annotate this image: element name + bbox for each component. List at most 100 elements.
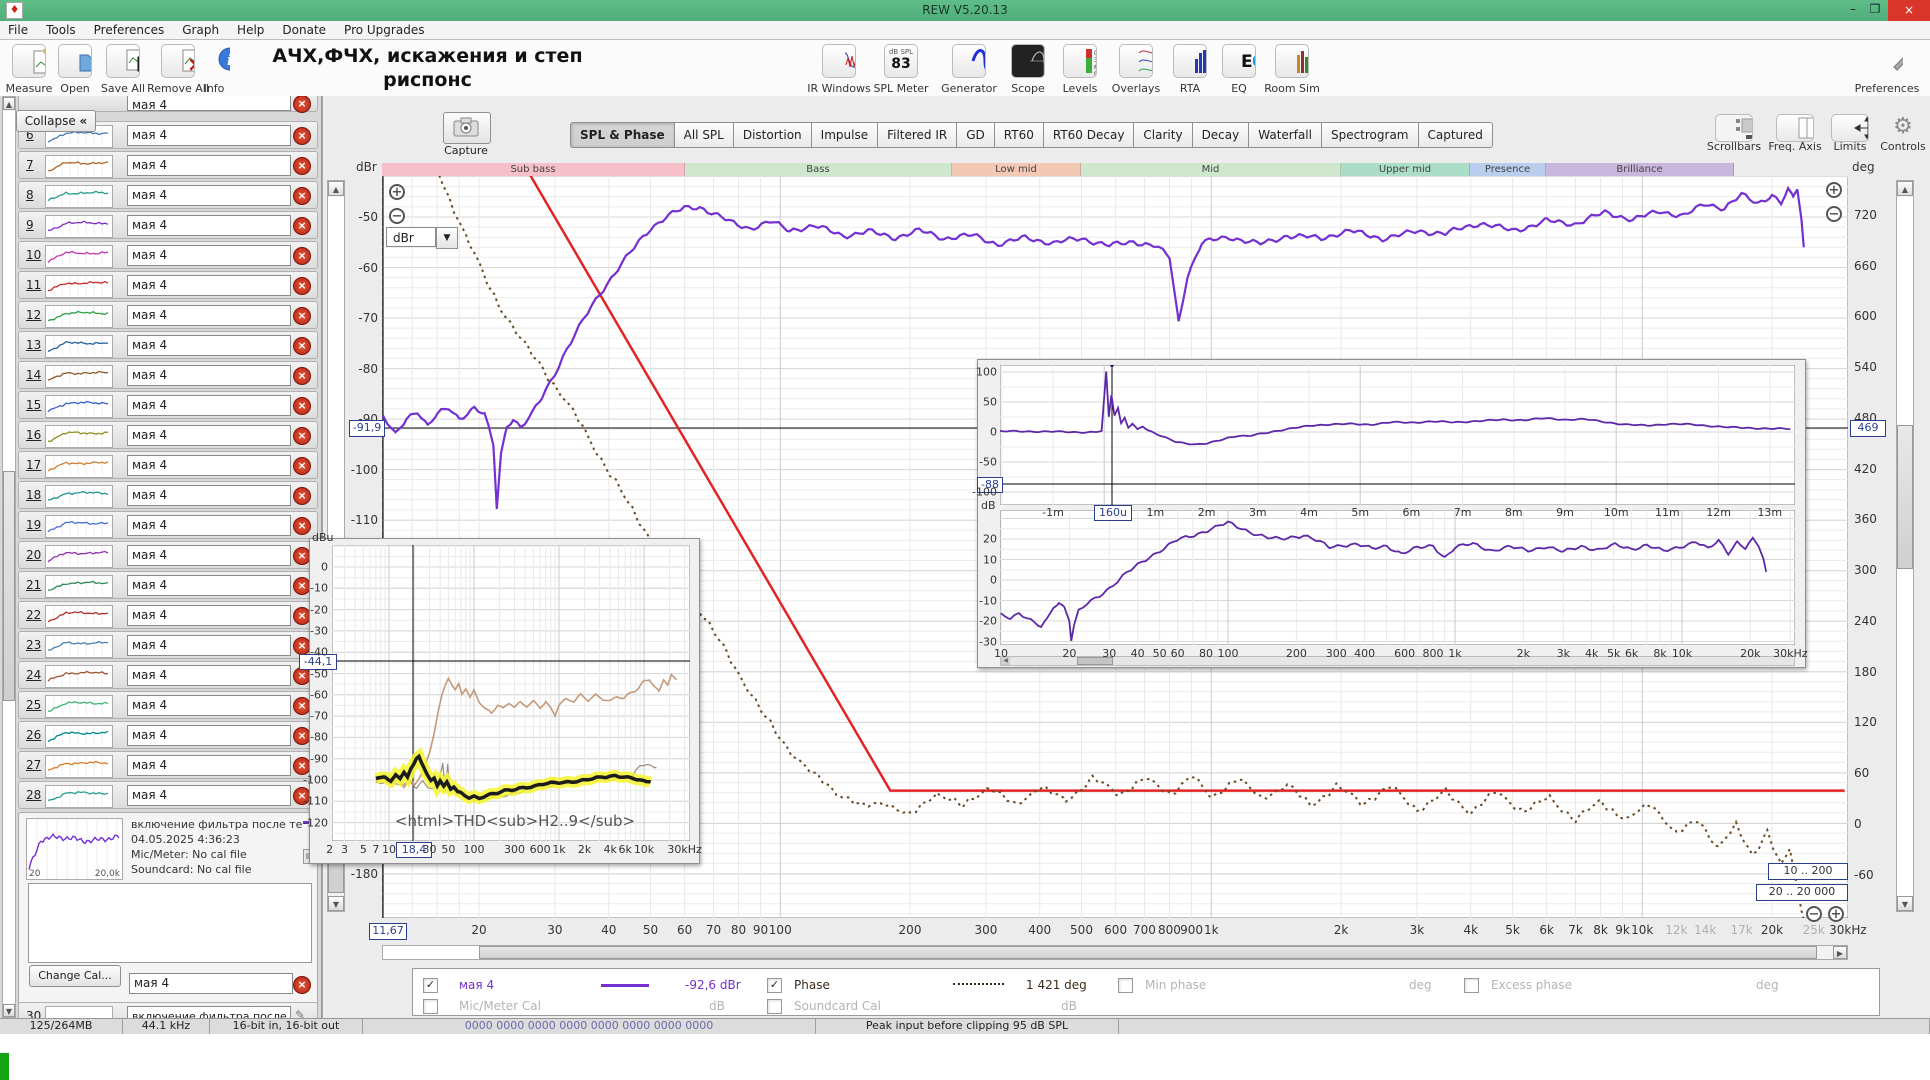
delete-measurement-button[interactable]: × xyxy=(293,277,311,295)
change-cal-button[interactable]: Change Cal... xyxy=(29,965,121,987)
measurement-row-13[interactable]: 13мая 4× xyxy=(18,331,318,359)
legend-checkbox-0[interactable]: ✓ xyxy=(423,978,438,993)
menu-pro-upgrades[interactable]: Pro Upgrades xyxy=(344,23,424,37)
measurement-row-11[interactable]: 11мая 4× xyxy=(18,271,318,299)
minimize-button[interactable]: – xyxy=(1843,2,1863,18)
measurement-row-17[interactable]: 17мая 4× xyxy=(18,451,318,479)
measurement-name-field[interactable]: мая 4 xyxy=(127,185,291,206)
measurement-name-field[interactable]: мая 4 xyxy=(127,305,291,326)
delete-measurement-button[interactable]: × xyxy=(293,427,311,445)
measurement-row-21[interactable]: 21мая 4× xyxy=(18,571,318,599)
delete-measurement-button[interactable]: × xyxy=(293,217,311,235)
measurement-row-8[interactable]: 8мая 4× xyxy=(18,181,318,209)
restore-button[interactable]: ❐ xyxy=(1865,2,1885,18)
measurement-row-28[interactable]: 28мая 4× xyxy=(18,781,318,809)
measurement-row-9[interactable]: 9мая 4× xyxy=(18,211,318,239)
measurement-row-16[interactable]: 16мая 4× xyxy=(18,421,318,449)
selected-delete-button[interactable]: × xyxy=(293,976,311,994)
delete-measurement-button[interactable]: × xyxy=(293,487,311,505)
menu-tools[interactable]: Tools xyxy=(46,23,76,37)
measurement-row-15[interactable]: 15мая 4× xyxy=(18,391,318,419)
measurement-name-field[interactable]: мая 4 xyxy=(127,335,291,356)
menu-help[interactable]: Help xyxy=(237,23,264,37)
measurement-row-23[interactable]: 23мая 4× xyxy=(18,631,318,659)
selected-name-field[interactable]: мая 4 xyxy=(129,973,293,994)
measurement-name-field[interactable]: мая 4 xyxy=(127,245,291,266)
chart-inspl[interactable] xyxy=(1000,510,1795,645)
measurement-name-field[interactable]: мая 4 xyxy=(127,425,291,446)
freq-range-box-2[interactable]: 20 .. 20 000 xyxy=(1756,884,1848,901)
zoom-out-left-button[interactable]: − xyxy=(389,208,405,224)
measurement-name-field[interactable]: мая 4 xyxy=(127,515,291,536)
measurement-name-field[interactable]: мая 4 xyxy=(127,125,291,146)
measurement-name-field[interactable]: мая 4 xyxy=(127,485,291,506)
measurement-name-field[interactable]: мая 4 xyxy=(127,695,291,716)
tab-spl-phase[interactable]: SPL & Phase xyxy=(570,122,675,148)
chart-thd[interactable] xyxy=(332,545,690,841)
delete-measurement-button[interactable]: × xyxy=(293,157,311,175)
measurement-row-25[interactable]: 25мая 4× xyxy=(18,691,318,719)
tab-clarity[interactable]: Clarity xyxy=(1134,122,1192,148)
measurement-name-field[interactable]: мая 4 xyxy=(127,215,291,236)
measurement-name-field[interactable]: мая 4 xyxy=(127,665,291,686)
graph-right-scrollbar[interactable]: ▲ ▼ xyxy=(1896,180,1914,912)
zoom-out-right-button[interactable]: − xyxy=(1826,206,1842,222)
tab-impulse[interactable]: Impulse xyxy=(812,122,878,148)
menu-graph[interactable]: Graph xyxy=(182,23,219,37)
measurement-row-30[interactable]: 30 включение фильтра после тем ✎ xyxy=(18,1002,318,1018)
chart-imp[interactable] xyxy=(1000,365,1795,505)
delete-measurement-button[interactable]: × xyxy=(293,337,311,355)
inset-scrollbar[interactable]: ◀ xyxy=(1000,656,1795,666)
tab-gd[interactable]: GD xyxy=(957,122,995,148)
tab-filtered-ir[interactable]: Filtered IR xyxy=(878,122,957,148)
measurement-row-22[interactable]: 22мая 4× xyxy=(18,601,318,629)
legend-checkbox-1[interactable]: ✓ xyxy=(767,978,782,993)
delete-measurement-button[interactable]: × xyxy=(293,397,311,415)
tab-distortion[interactable]: Distortion xyxy=(734,122,812,148)
measurement-name-field[interactable]: мая 4 xyxy=(127,575,291,596)
delete-measurement-button[interactable]: × xyxy=(293,127,311,145)
selected-measurement[interactable]: 29 20 20,0k включение фильтра после тем … xyxy=(18,812,318,1006)
menu-file[interactable]: File xyxy=(8,23,28,37)
delete-measurement-button[interactable]: × xyxy=(293,307,311,325)
zoom-out-bottom-button[interactable]: − xyxy=(1806,906,1822,922)
legend-cal-checkbox-0[interactable] xyxy=(423,999,438,1014)
measurement-name-field[interactable]: мая 4 xyxy=(127,455,291,476)
measurement-row-20[interactable]: 20мая 4× xyxy=(18,541,318,569)
measurement-name-field[interactable]: мая 4 xyxy=(127,365,291,386)
measurement-row-19[interactable]: 19мая 4× xyxy=(18,511,318,539)
tab-spectrogram[interactable]: Spectrogram xyxy=(1322,122,1419,148)
tab-rt60[interactable]: RT60 xyxy=(995,122,1044,148)
freq-range-box-1[interactable]: 10 .. 200 xyxy=(1768,863,1848,880)
tab-all-spl[interactable]: All SPL xyxy=(675,122,734,148)
notes-box[interactable] xyxy=(28,883,312,963)
y-axis-combo[interactable]: dBr ▼ xyxy=(386,227,458,247)
measurement-name-field[interactable]: мая 4 xyxy=(127,725,291,746)
tab-decay[interactable]: Decay xyxy=(1193,122,1250,148)
measurement-name-field[interactable]: мая 4 xyxy=(127,545,291,566)
measurement-row-7[interactable]: 7мая 4× xyxy=(18,151,318,179)
measurement-row-26[interactable]: 26мая 4× xyxy=(18,721,318,749)
zoom-in-bottom-button[interactable]: + xyxy=(1828,906,1844,922)
measurement-name-field[interactable]: мая 4 xyxy=(127,155,291,176)
delete-measurement-button[interactable]: × xyxy=(293,187,311,205)
measurement-row-12[interactable]: 12мая 4× xyxy=(18,301,318,329)
measurement-name-field[interactable]: включение фильтра после тем xyxy=(127,1006,291,1018)
tab-rt60-decay[interactable]: RT60 Decay xyxy=(1044,122,1135,148)
measurement-row-27[interactable]: 27мая 4× xyxy=(18,751,318,779)
zoom-in-left-button[interactable]: + xyxy=(389,184,405,200)
delete-measurement-button[interactable]: × xyxy=(293,517,311,535)
measurement-row-10[interactable]: 10мая 4× xyxy=(18,241,318,269)
measurement-name-field[interactable]: мая 4 xyxy=(127,785,291,806)
legend-checkbox-3[interactable] xyxy=(1464,978,1479,993)
legend-cal-checkbox-1[interactable] xyxy=(767,999,782,1014)
delete-measurement-button[interactable]: × xyxy=(293,367,311,385)
menu-preferences[interactable]: Preferences xyxy=(94,23,165,37)
measurement-name-field[interactable]: мая 4 xyxy=(127,755,291,776)
delete-measurement-button[interactable]: × xyxy=(293,457,311,475)
measurement-name-field[interactable]: мая 4 xyxy=(127,395,291,416)
menu-donate[interactable]: Donate xyxy=(282,23,326,37)
graph-bottom-scrollbar[interactable]: ▶ xyxy=(382,945,1848,960)
tab-waterfall[interactable]: Waterfall xyxy=(1249,122,1322,148)
measurement-row-24[interactable]: 24мая 4× xyxy=(18,661,318,689)
